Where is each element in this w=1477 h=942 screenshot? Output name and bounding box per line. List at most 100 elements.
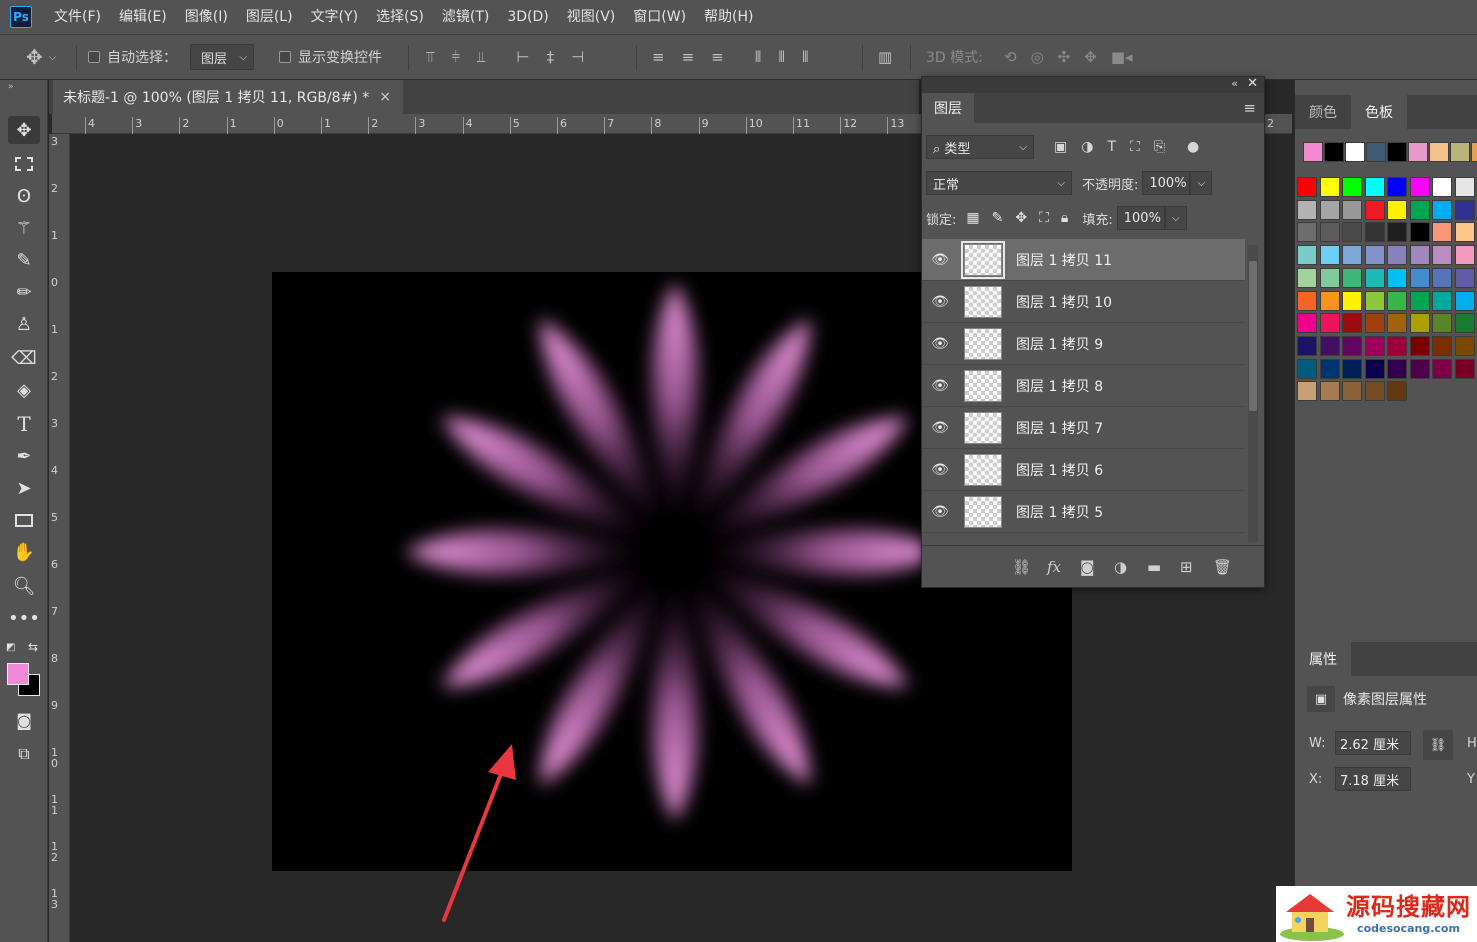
color-swatch[interactable] xyxy=(1454,199,1475,220)
move-tool[interactable]: ✥ xyxy=(8,116,40,144)
menu-help[interactable]: 帮助(H) xyxy=(695,0,762,34)
visibility-eye-icon[interactable]: 👁︎ xyxy=(922,504,958,520)
color-swatch[interactable] xyxy=(1342,381,1362,402)
color-swatch[interactable] xyxy=(1387,267,1407,288)
new-layer-icon[interactable]: ⊞ xyxy=(1180,558,1193,576)
color-swatch[interactable] xyxy=(1432,177,1452,197)
3d-scale-icon[interactable]: ■◂ xyxy=(1111,48,1133,66)
smart-object-filter-icon[interactable]: ⎘ xyxy=(1154,139,1165,155)
3d-slide-icon[interactable]: ✥ xyxy=(1084,48,1097,66)
layer-row[interactable]: 👁︎ 图层 1 拷贝 8 xyxy=(922,365,1245,407)
color-swatch[interactable] xyxy=(1342,245,1362,266)
recent-swatch[interactable] xyxy=(1471,142,1477,162)
3d-roll-icon[interactable]: ◎ xyxy=(1031,48,1044,66)
layer-row[interactable]: 👁︎ 图层 1 拷贝 5 xyxy=(922,491,1245,533)
color-swatch[interactable] xyxy=(1454,290,1475,311)
color-swatch[interactable] xyxy=(1409,222,1430,243)
tab-swatches[interactable]: 色板 xyxy=(1351,95,1407,129)
color-swatch[interactable] xyxy=(1409,199,1430,220)
adjustment-layer-icon[interactable]: ◑ xyxy=(1114,558,1127,576)
color-swatch[interactable] xyxy=(1454,177,1475,197)
color-swatch[interactable] xyxy=(1432,267,1452,288)
color-swatch[interactable] xyxy=(1319,358,1340,379)
lock-pixels-icon[interactable]: ✎ xyxy=(992,210,1004,226)
visibility-eye-icon[interactable]: 👁︎ xyxy=(922,420,958,436)
color-swatch[interactable] xyxy=(1364,313,1385,334)
swap-colors-icon[interactable]: ⇆ xyxy=(28,640,38,654)
color-swatch[interactable] xyxy=(1364,381,1385,402)
more-tools[interactable]: ••• xyxy=(8,604,40,632)
color-swatch[interactable] xyxy=(1342,358,1362,379)
auto-align-button[interactable]: ▥ xyxy=(878,35,892,79)
fill-input[interactable]: 100% xyxy=(1116,206,1165,230)
distribute-left-icon[interactable]: ⦀ xyxy=(755,48,762,66)
layer-row[interactable]: 👁︎ 图层 1 拷贝 9 xyxy=(922,323,1245,365)
layer-list-scrollbar[interactable] xyxy=(1248,245,1258,542)
menu-3d[interactable]: 3D(D) xyxy=(498,0,557,34)
blend-mode-dropdown[interactable]: 正常 ⌵ xyxy=(926,171,1072,195)
hand-tool[interactable]: ✋ xyxy=(8,538,40,566)
lasso-tool[interactable]: ʘ xyxy=(8,182,40,210)
color-swatch[interactable] xyxy=(1319,313,1340,334)
color-swatch[interactable] xyxy=(1454,222,1475,243)
menu-edit[interactable]: 编辑(E) xyxy=(110,0,176,34)
color-swatch[interactable] xyxy=(1387,245,1407,266)
color-swatch[interactable] xyxy=(1364,245,1385,266)
color-swatch[interactable] xyxy=(1342,222,1362,243)
marquee-tool[interactable] xyxy=(8,150,40,178)
layer-row[interactable]: 👁︎ 图层 1 拷贝 11 xyxy=(922,239,1245,281)
trash-icon[interactable]: 🗑︎ xyxy=(1213,558,1232,576)
color-swatch[interactable] xyxy=(1432,335,1452,356)
color-swatch[interactable] xyxy=(1387,199,1407,220)
rectangle-tool[interactable] xyxy=(8,506,40,534)
show-transform-checkbox[interactable] xyxy=(279,51,291,63)
lock-transparent-icon[interactable]: ▦ xyxy=(966,210,979,226)
color-swatch[interactable] xyxy=(1319,222,1340,243)
distribute-bottom-icon[interactable]: ≡ xyxy=(711,48,724,66)
color-swatch[interactable] xyxy=(1387,313,1407,334)
pen-tool[interactable]: ✒ xyxy=(8,442,40,470)
move-tool-preset-picker[interactable]: ✥ ⌵ xyxy=(26,35,56,79)
visibility-eye-icon[interactable]: 👁︎ xyxy=(922,336,958,352)
layer-filter-dropdown[interactable]: ⌕ 类型 ⌵ xyxy=(926,135,1034,159)
lock-artboard-icon[interactable]: ⛶ xyxy=(1039,210,1049,226)
fx-icon[interactable]: fx xyxy=(1047,558,1061,576)
close-icon[interactable]: × xyxy=(379,89,391,105)
color-swatch[interactable] xyxy=(1409,335,1430,356)
new-group-icon[interactable]: ▬ xyxy=(1147,558,1161,576)
visibility-eye-icon[interactable]: 👁︎ xyxy=(922,462,958,478)
zoom-tool[interactable]: 🔍︎ xyxy=(8,572,40,600)
color-swatch[interactable] xyxy=(1319,335,1340,356)
align-hcenter-icon[interactable]: ‡ xyxy=(547,48,555,66)
color-swatch[interactable] xyxy=(1432,290,1452,311)
color-swatch[interactable] xyxy=(1409,358,1430,379)
color-swatch[interactable] xyxy=(1364,335,1385,356)
color-swatch[interactable] xyxy=(1454,267,1475,288)
color-swatch[interactable] xyxy=(1364,177,1385,197)
color-swatch[interactable] xyxy=(1364,199,1385,220)
color-swatch[interactable] xyxy=(1409,177,1430,197)
color-swatch[interactable] xyxy=(1432,313,1452,334)
align-left-icon[interactable]: ⊢ xyxy=(517,48,530,66)
distribute-top-icon[interactable]: ≡ xyxy=(652,48,665,66)
color-swatch[interactable] xyxy=(1432,358,1452,379)
opacity-input[interactable]: 100% xyxy=(1142,171,1191,195)
color-swatch[interactable] xyxy=(1387,381,1407,402)
color-swatch[interactable] xyxy=(1387,290,1407,311)
stamp-tool[interactable]: ♙ xyxy=(8,310,40,338)
color-swatch[interactable] xyxy=(1342,313,1362,334)
recent-swatch[interactable] xyxy=(1303,142,1323,162)
menu-layer[interactable]: 图层(L) xyxy=(237,0,302,34)
lock-position-icon[interactable]: ✥ xyxy=(1015,210,1027,226)
menu-file[interactable]: 文件(F) xyxy=(40,0,110,34)
collapse-toolbar-icon[interactable]: » xyxy=(8,82,14,92)
color-swatch[interactable] xyxy=(1297,358,1317,379)
color-swatch[interactable] xyxy=(1387,335,1407,356)
color-swatch[interactable] xyxy=(1387,358,1407,379)
color-swatch[interactable] xyxy=(1342,290,1362,311)
align-vcenter-icon[interactable]: ⫩ xyxy=(451,48,460,66)
color-swatch[interactable] xyxy=(1297,290,1317,311)
color-swatch[interactable] xyxy=(1409,313,1430,334)
shape-filter-icon[interactable]: ⛶ xyxy=(1130,139,1140,155)
show-transform-option[interactable]: 显示变换控件 xyxy=(279,35,382,79)
